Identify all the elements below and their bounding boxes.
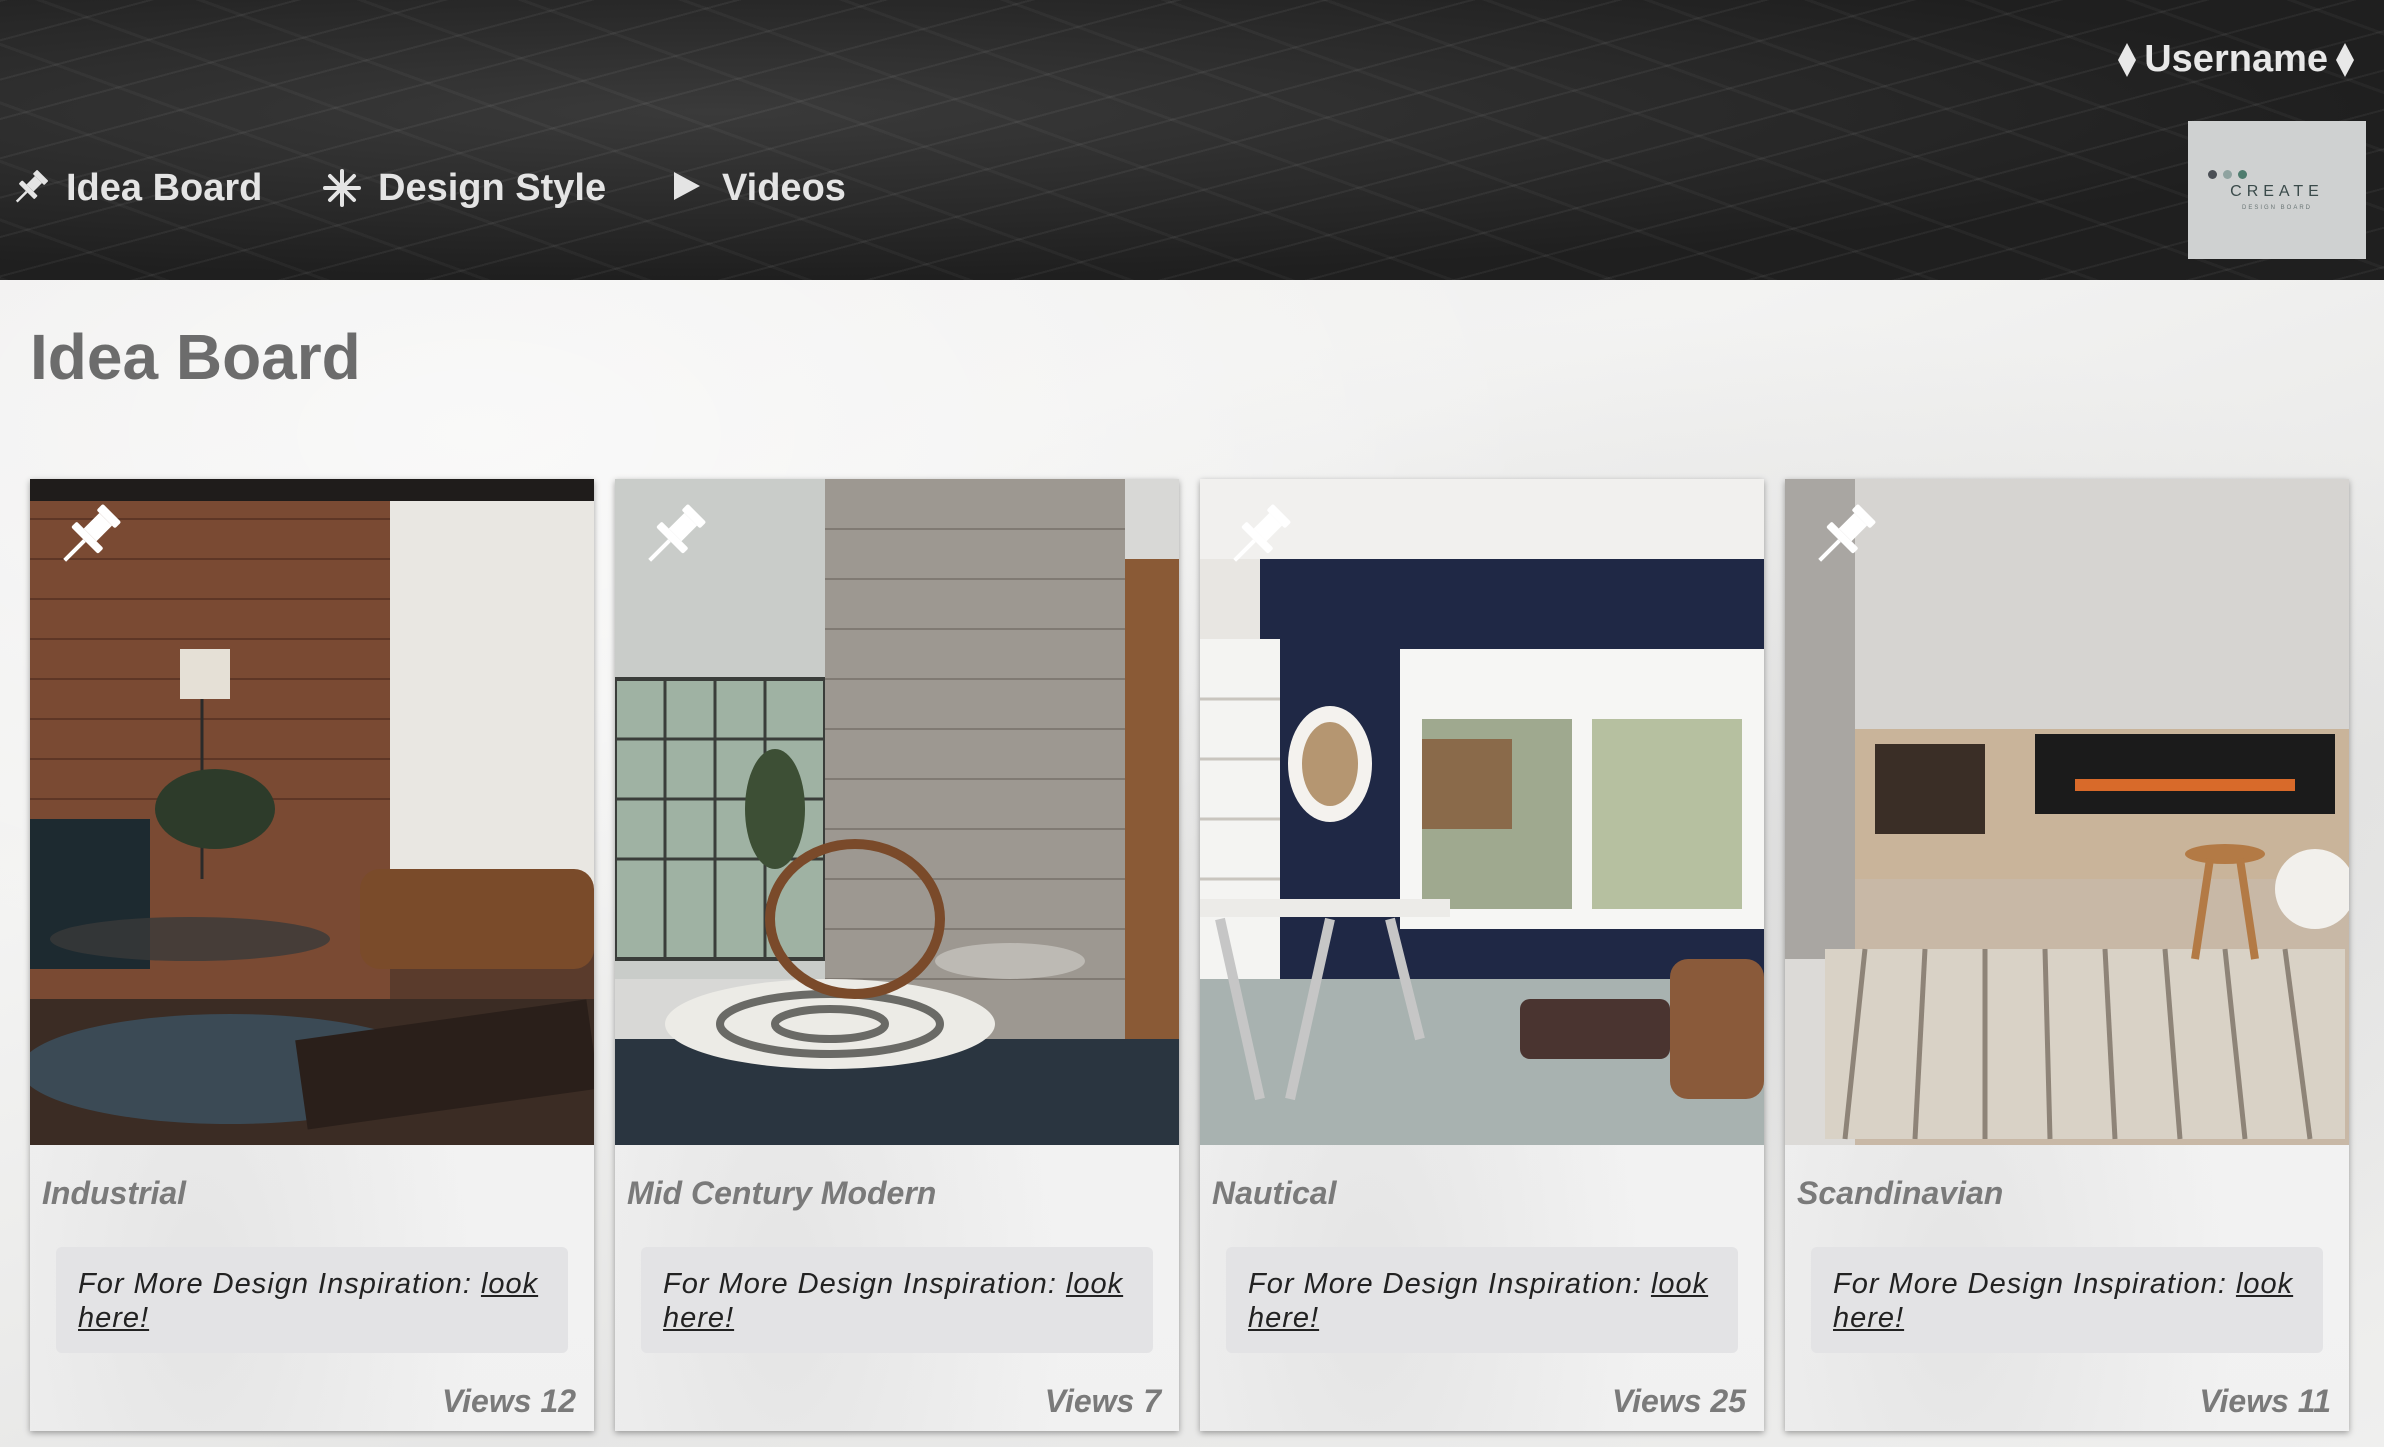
page-title: Idea Board — [30, 321, 361, 393]
style-card-mid-century-modern: Mid Century Modern For More Design Inspi… — [615, 479, 1179, 1431]
nav-design-style[interactable]: Design Style — [320, 160, 606, 216]
views-count: Views 7 — [1044, 1383, 1161, 1419]
logo-dots — [2208, 169, 2247, 179]
pin-icon[interactable] — [1218, 497, 1298, 577]
create-logo[interactable]: CREATE DESIGN BOARD — [2188, 121, 2366, 259]
inspiration-prompt: For More Design Inspiration: — [663, 1268, 1066, 1300]
style-card-nautical: Nautical For More Design Inspiration: lo… — [1200, 479, 1764, 1431]
nav-label-videos: Videos — [722, 166, 846, 209]
inspiration-box: For More Design Inspiration: look here! — [1811, 1247, 2323, 1353]
card-title: Nautical — [1212, 1175, 1337, 1211]
inspiration-prompt: For More Design Inspiration: — [1833, 1268, 2236, 1300]
logo-word: CREATE — [2230, 182, 2324, 200]
card-title: Mid Century Modern — [627, 1175, 937, 1211]
inspiration-prompt: For More Design Inspiration: — [78, 1268, 481, 1300]
inspiration-box: For More Design Inspiration: look here! — [1226, 1247, 1738, 1353]
card-title: Industrial — [42, 1175, 187, 1211]
diamond-right-icon — [2336, 42, 2354, 77]
inspiration-box: For More Design Inspiration: look here! — [641, 1247, 1153, 1353]
style-card-industrial: Industrial For More Design Inspiration: … — [30, 479, 594, 1431]
pin-icon[interactable] — [48, 497, 128, 577]
inspiration-box: For More Design Inspiration: look here! — [56, 1247, 568, 1353]
nav-label-idea-board: Idea Board — [66, 166, 263, 209]
header-bar: Idea Board Design Style Videos Username … — [0, 0, 2384, 280]
asterisk-icon — [320, 166, 364, 210]
pin-icon[interactable] — [1803, 497, 1883, 577]
nav-videos[interactable]: Videos — [664, 160, 846, 216]
views-count: Views 12 — [441, 1383, 576, 1419]
card-title: Scandinavian — [1797, 1175, 2004, 1211]
style-card-scandinavian: Scandinavian For More Design Inspiration… — [1785, 479, 2349, 1431]
diamond-left-icon — [2118, 42, 2137, 77]
card-photo[interactable] — [30, 479, 594, 1145]
logo-subtitle: DESIGN BOARD — [2241, 204, 2312, 211]
card-photo[interactable] — [1785, 479, 2349, 1145]
play-icon — [664, 166, 708, 210]
card-photo[interactable] — [615, 479, 1179, 1145]
nav-idea-board[interactable]: Idea Board — [8, 160, 262, 216]
pushpin-icon — [8, 166, 52, 210]
pin-icon[interactable] — [633, 497, 713, 577]
username-label: Username — [2144, 38, 2328, 80]
nav-label-design-style: Design Style — [378, 166, 607, 209]
views-count: Views 11 — [2199, 1383, 2331, 1419]
username-menu[interactable]: Username — [2110, 38, 2362, 81]
inspiration-prompt: For More Design Inspiration: — [1248, 1268, 1651, 1300]
card-photo[interactable] — [1200, 479, 1764, 1145]
views-count: Views 25 — [1611, 1383, 1746, 1419]
